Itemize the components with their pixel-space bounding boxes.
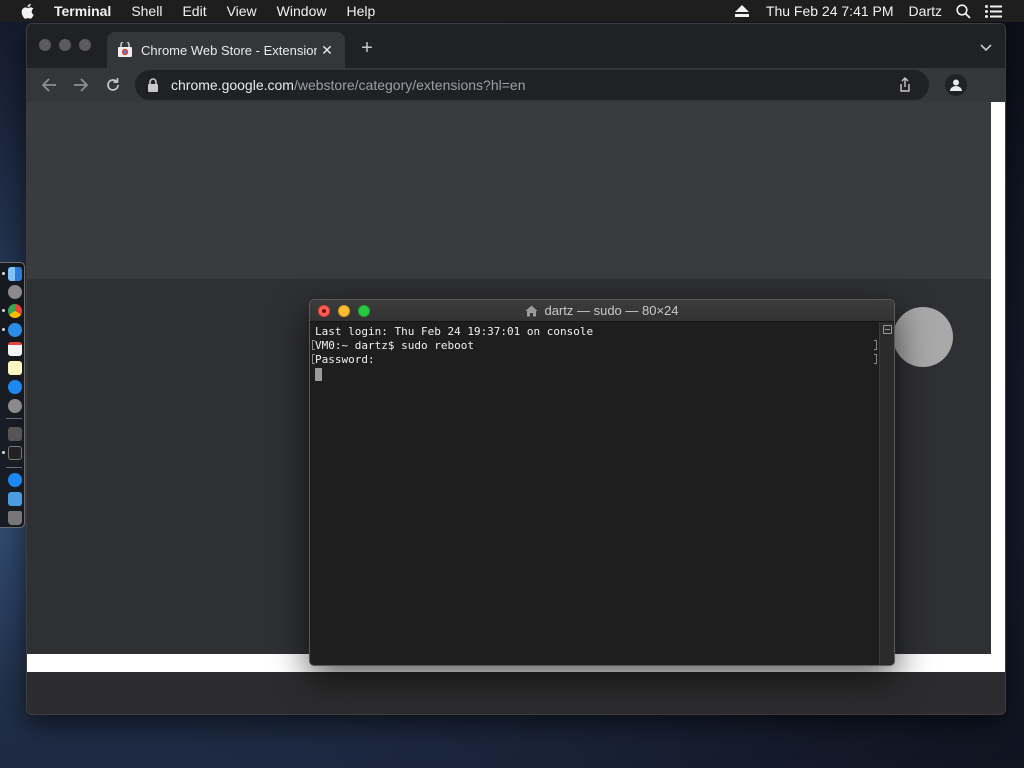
menubar-user[interactable]: Dartz: [902, 3, 949, 19]
menu-view[interactable]: View: [217, 0, 267, 22]
menu-edit[interactable]: Edit: [172, 0, 216, 22]
dock-running-indicator: [2, 451, 5, 454]
url-path: /webstore/category/extensions?hl=en: [293, 77, 526, 93]
lock-icon[interactable]: [147, 78, 159, 92]
dock-running-indicator: [2, 309, 5, 312]
chevron-down-icon[interactable]: [979, 40, 993, 54]
apple-icon[interactable]: [20, 3, 36, 19]
dock-separator: [6, 418, 22, 419]
launchpad-icon[interactable]: [8, 285, 22, 299]
text-cursor: [315, 368, 322, 381]
browser-toolbar: chrome.google.com/webstore/category/exte…: [27, 68, 1005, 102]
home-icon: [525, 305, 538, 317]
loading-spinner-placeholder: [893, 307, 953, 367]
menu-bar: Terminal Shell Edit View Window Help Thu…: [0, 0, 1024, 22]
terminal-title-text: dartz — sudo — 80×24: [544, 303, 679, 318]
close-icon[interactable]: ✕: [319, 42, 335, 58]
terminal-scrollbar[interactable]: [879, 322, 894, 665]
menu-window[interactable]: Window: [267, 0, 337, 22]
page-edge: [991, 102, 1005, 672]
system-preferences-icon[interactable]: [8, 399, 22, 413]
line-mark-right: [874, 354, 877, 364]
tab-title: Chrome Web Store - Extension: [141, 42, 317, 58]
url-host: chrome.google.com: [171, 77, 294, 93]
line-mark-right: [874, 340, 877, 350]
terminal-output[interactable]: Last login: Thu Feb 24 19:37:01 on conso…: [310, 322, 880, 665]
calendar-icon[interactable]: [8, 342, 22, 356]
line-mark-left: [312, 354, 315, 364]
terminal-icon[interactable]: [8, 446, 22, 460]
zoom-window-icon[interactable]: [79, 39, 91, 51]
profile-icon[interactable]: [945, 74, 967, 96]
dock: [0, 262, 25, 528]
terminal-window[interactable]: dartz — sudo — 80×24 Last login: Thu Feb…: [309, 299, 895, 666]
reload-icon[interactable]: [103, 75, 123, 95]
eject-icon[interactable]: [728, 5, 756, 17]
tab-strip: Chrome Web Store - Extension ✕ +: [27, 24, 1005, 68]
plus-icon[interactable]: +: [357, 38, 377, 58]
app-store-icon[interactable]: [8, 380, 22, 394]
menubar-clock[interactable]: Thu Feb 24 7:41 PM: [756, 3, 902, 19]
spotlight-search-icon[interactable]: [949, 3, 978, 19]
terminal-title: dartz — sudo — 80×24: [310, 303, 894, 318]
menu-help[interactable]: Help: [336, 0, 385, 22]
share-icon[interactable]: [897, 77, 913, 93]
terminal-cursor-line: [315, 367, 875, 381]
forward-icon[interactable]: [71, 75, 91, 95]
webstore-favicon: [117, 40, 133, 58]
window-controls-inactive[interactable]: [39, 39, 91, 51]
chrome-icon[interactable]: [8, 304, 22, 318]
back-icon[interactable]: [39, 75, 59, 95]
script-editor-icon[interactable]: [8, 427, 22, 441]
terminal-line-password-prompt: Password:: [315, 353, 375, 366]
close-window-icon[interactable]: [39, 39, 51, 51]
dock-running-indicator: [2, 272, 5, 275]
terminal-line-command: VM0:~ dartz$ sudo reboot: [315, 339, 474, 352]
menu-shell[interactable]: Shell: [121, 0, 172, 22]
finder-icon[interactable]: [8, 267, 22, 281]
terminal-line-last-login: Last login: Thu Feb 24 19:37:01 on conso…: [315, 325, 594, 338]
dock-separator: [6, 467, 22, 468]
menu-app-terminal[interactable]: Terminal: [54, 0, 121, 22]
minimize-window-icon[interactable]: [59, 39, 71, 51]
tab-chrome-web-store[interactable]: Chrome Web Store - Extension ✕: [107, 32, 345, 68]
dock-running-indicator: [2, 328, 5, 331]
trash-icon[interactable]: [8, 511, 22, 525]
line-mark-left: [312, 340, 315, 350]
safari-icon[interactable]: [8, 323, 22, 337]
app-store-2-icon[interactable]: [8, 473, 22, 487]
address-bar[interactable]: chrome.google.com/webstore/category/exte…: [135, 70, 929, 100]
control-center-icon[interactable]: [978, 4, 1024, 18]
terminal-titlebar[interactable]: dartz — sudo — 80×24: [310, 300, 894, 322]
window-bottom-area: [27, 672, 1005, 714]
notes-icon[interactable]: [8, 361, 22, 375]
downloads-folder-icon[interactable]: [8, 492, 22, 506]
split-pane-icon[interactable]: [883, 325, 892, 334]
